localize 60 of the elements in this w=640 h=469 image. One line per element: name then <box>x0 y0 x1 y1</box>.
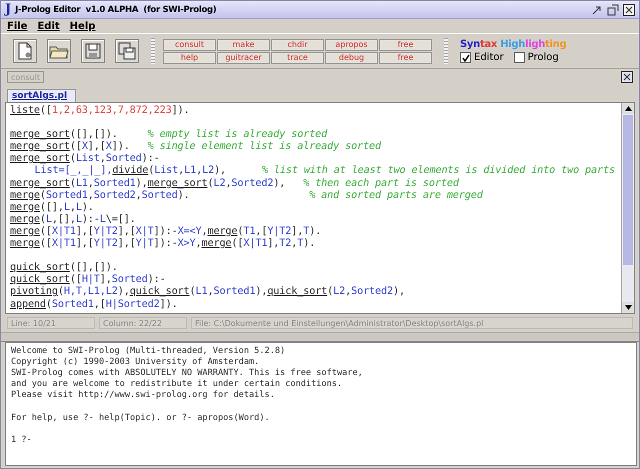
console-line: Copyright (c) 1990-2003 University of Amsterdam. <box>11 356 260 368</box>
maximize-icon[interactable] <box>607 4 619 16</box>
save-icon[interactable] <box>81 39 105 63</box>
code-line: merge([X|T1],[Y|T2],[X|T]):-X=<Y,merge(T1,[Y|T2],T). <box>10 226 322 238</box>
code-line: quick_sort([H|T],Sorted):- <box>10 274 167 286</box>
code-line: merge_sort([X],[X]). % single element list is already sorted <box>10 141 382 153</box>
down-arrow-icon[interactable] <box>624 304 632 310</box>
close-icon[interactable] <box>623 4 635 16</box>
menu-item[interactable]: File <box>7 20 28 32</box>
restore-icon[interactable] <box>621 71 633 83</box>
checkbox-label: Prolog <box>528 52 559 63</box>
console-line: Please visit http://www.swi-prolog.org for details. <box>11 390 276 402</box>
checkbox[interactable] <box>460 52 471 63</box>
open-folder-icon[interactable] <box>47 39 71 63</box>
status-field: Column: 22/22 <box>99 316 187 329</box>
command-button[interactable]: free <box>379 52 432 64</box>
code-line: pivoting(H,T,L1,L2),quick_sort(L1,Sorted1),quick_sort(L2,Sorted2), <box>10 286 406 298</box>
code-line: merge([],L,L). <box>10 202 95 214</box>
menu-item[interactable]: Help <box>70 20 96 32</box>
code-line: quick_sort([],[]). <box>10 262 119 274</box>
menu-item[interactable]: Edit <box>37 20 60 32</box>
code-line: merge_sort(List,Sorted):- <box>10 153 161 165</box>
checkbox[interactable] <box>514 52 525 63</box>
scrollbar-thumb[interactable] <box>623 115 633 265</box>
console-line: 1 ?- <box>11 435 33 446</box>
console-line: Welcome to SWI-Prolog (Multi-threaded, Version 5.2.8) <box>11 346 286 357</box>
code-line: liste([1,2,63,123,7,872,223]). <box>10 105 191 118</box>
syntax-highlighting-title: Syntax Highlighting <box>460 39 566 50</box>
command-button[interactable]: guitracer <box>217 52 270 64</box>
command-button[interactable]: debug <box>325 52 378 64</box>
console-output[interactable] <box>5 342 637 466</box>
status-field: Line: 10/21 <box>7 316 95 329</box>
code-line: merge(Sorted1,Sorted2,Sorted). % and sorted parts are merged <box>10 190 484 202</box>
checkbox-label: Editor <box>474 52 504 63</box>
console-line: and you are welcome to redistribute it under certain conditions. <box>11 379 344 390</box>
console-line: SWI-Prolog comes with ABSOLUTELY NO WARRANTY. This is free software, <box>11 368 364 379</box>
code-line: merge_sort(L1,Sorted1),merge_sort(L2,Sorted2), % then each part is sorted <box>10 178 460 190</box>
minimize-icon[interactable] <box>591 4 603 16</box>
new-file-icon[interactable] <box>13 39 37 63</box>
status-field: File: C:\Dokumente und Einstellungen\Administrator\Desktop\sortAlgs.pl <box>191 316 633 329</box>
command-button[interactable]: apropos <box>325 38 378 50</box>
save-all-icon[interactable] <box>115 39 139 63</box>
command-button[interactable]: trace <box>271 52 324 64</box>
up-arrow-icon[interactable] <box>624 106 632 111</box>
console-line: For help, use ?- help(Topic). or ?- apropos(Word). <box>11 412 271 424</box>
scrollbar[interactable] <box>621 103 634 313</box>
command-button[interactable]: free <box>379 38 432 50</box>
code-line: merge([X|T1],[Y|T2],[Y|T]):-X>Y,merge([X|T1],T2,T). <box>10 238 316 250</box>
file-tab[interactable]: sortAlgs.pl <box>7 89 76 102</box>
code-line: List=[_,_|_],divide(List,L1,L2), % list with at least two elements is divided into two parts <box>34 165 616 178</box>
code-editor[interactable] <box>5 102 635 314</box>
window-title: J-Prolog Editor v1.0 ALPHA (for SWI-Prolog) <box>15 4 218 14</box>
command-button[interactable]: make <box>217 38 270 50</box>
command-button[interactable]: consult <box>163 38 216 50</box>
command-button[interactable]: chdir <box>271 38 324 50</box>
code-line: append(Sorted1,[H|Sorted2]). <box>10 298 179 311</box>
command-button[interactable]: help <box>163 52 216 64</box>
app-logo: J <box>5 2 12 17</box>
code-line: merge(L,[],L):-L\=[]. <box>10 214 137 226</box>
code-line: merge_sort([],[]). % empty list is already sorted <box>10 129 328 141</box>
